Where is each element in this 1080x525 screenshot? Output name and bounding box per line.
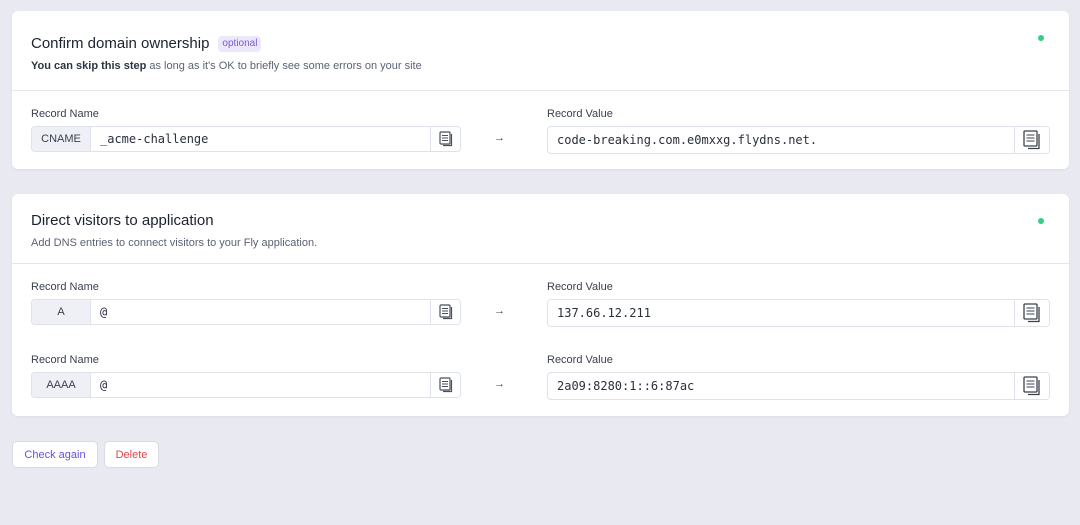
record-value-label: Record Value [547, 354, 613, 366]
card-subtitle: You can skip this step as long as it's O… [31, 60, 1050, 72]
record-name-value[interactable]: @ [91, 373, 430, 397]
copy-button[interactable] [430, 300, 460, 324]
record-name-value[interactable]: @ [91, 300, 430, 324]
record-name-field: A @ [31, 299, 461, 325]
record-value[interactable]: code-breaking.com.e0mxxg.flydns.net. [548, 127, 1014, 153]
record-value[interactable]: 137.66.12.211 [548, 300, 1014, 326]
clipboard-copy-icon [1023, 303, 1040, 323]
record-name-label: Record Name [31, 108, 99, 120]
record-name-label: Record Name [31, 281, 99, 293]
record-row: Record Name CNAME _acme-challenge → Reco… [12, 91, 1069, 163]
delete-button[interactable]: Delete [104, 441, 159, 468]
clipboard-copy-icon [1023, 130, 1040, 150]
optional-badge: optional [218, 35, 262, 52]
record-name-field: CNAME _acme-challenge [31, 126, 461, 152]
copy-button[interactable] [1014, 127, 1049, 153]
arrow-icon: → [494, 378, 505, 390]
copy-button[interactable] [430, 127, 460, 151]
subtitle-rest: as long as it's OK to briefly see some e… [146, 60, 422, 72]
card-subtitle: Add DNS entries to connect visitors to y… [31, 237, 318, 249]
clipboard-copy-icon [438, 131, 452, 147]
record-name-field: AAAA @ [31, 372, 461, 398]
arrow-icon: → [494, 132, 505, 144]
status-dot [1038, 35, 1044, 41]
card-title: Confirm domain ownership [31, 35, 210, 52]
record-value[interactable]: 2a09:8280:1::6:87ac [548, 373, 1014, 399]
direct-visitors-card: Direct visitors to application Add DNS e… [12, 194, 1069, 416]
record-type: A [32, 300, 91, 324]
record-row: Record Name AAAA @ → Record Value 2a09:8… [12, 337, 1069, 410]
copy-button[interactable] [1014, 300, 1049, 326]
record-value-label: Record Value [547, 281, 613, 293]
record-type: AAAA [32, 373, 91, 397]
check-again-button[interactable]: Check again [12, 441, 98, 468]
record-value-field: 2a09:8280:1::6:87ac [547, 372, 1050, 400]
record-value-field: 137.66.12.211 [547, 299, 1050, 327]
record-row: Record Name A @ → Record Value 137.66.12… [12, 264, 1069, 337]
record-type: CNAME [32, 127, 91, 151]
subtitle-bold: You can skip this step [31, 60, 147, 72]
record-name-label: Record Name [31, 354, 99, 366]
card-title: Direct visitors to application [31, 212, 214, 229]
card-title-row: Confirm domain ownership optional [31, 35, 1050, 52]
arrow-icon: → [494, 305, 505, 317]
record-value-field: code-breaking.com.e0mxxg.flydns.net. [547, 126, 1050, 154]
clipboard-copy-icon [438, 377, 452, 393]
record-value-label: Record Value [547, 108, 613, 120]
clipboard-copy-icon [438, 304, 452, 320]
clipboard-copy-icon [1023, 376, 1040, 396]
record-name-value[interactable]: _acme-challenge [91, 127, 430, 151]
domain-ownership-card: Confirm domain ownership optional You ca… [12, 11, 1069, 169]
copy-button[interactable] [430, 373, 460, 397]
status-dot [1038, 218, 1044, 224]
card-header: Confirm domain ownership optional You ca… [12, 11, 1069, 91]
card-header: Direct visitors to application Add DNS e… [12, 194, 1069, 264]
copy-button[interactable] [1014, 373, 1049, 399]
